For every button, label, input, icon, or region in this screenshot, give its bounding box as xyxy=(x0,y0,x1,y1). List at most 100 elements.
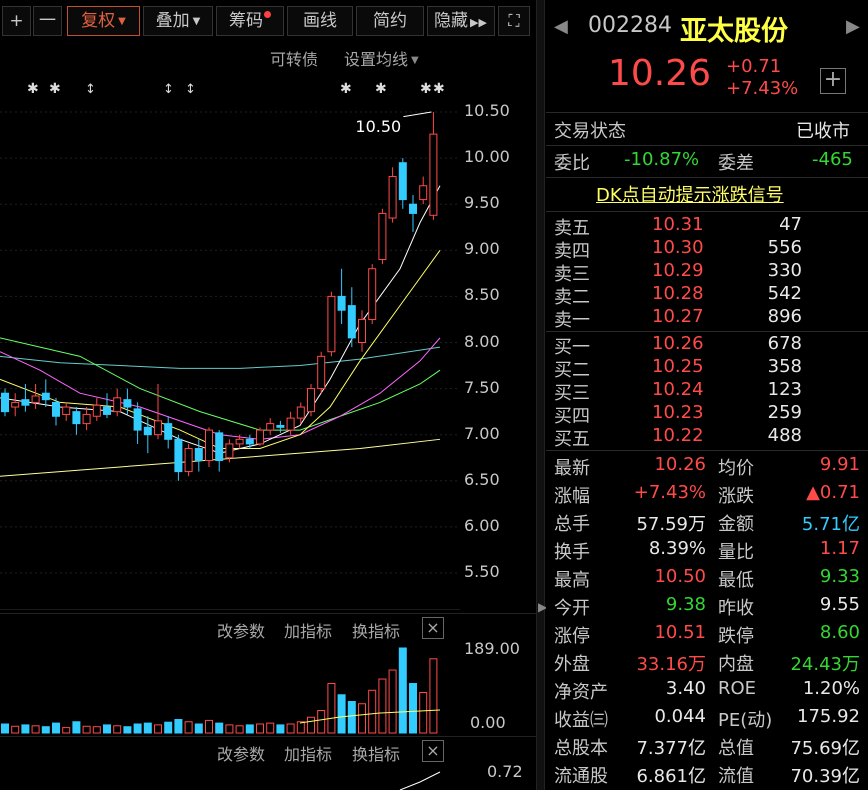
stat-label: 金额 xyxy=(718,514,754,535)
signal-updown-icon[interactable]: ↕ xyxy=(163,82,174,97)
signal-star-icon[interactable]: ✱ xyxy=(420,81,432,97)
volume-bar xyxy=(409,683,417,734)
chevron-down-icon: ▼ xyxy=(411,55,419,66)
volume-bar xyxy=(286,723,295,734)
diejia-dropdown[interactable]: 叠加 ▼ xyxy=(143,6,213,36)
candle xyxy=(276,420,285,433)
jianyue-button[interactable]: 简约 xyxy=(356,6,424,36)
close-icon[interactable]: × xyxy=(422,740,444,762)
price-tick-label: 6.00 xyxy=(464,515,500,535)
indicator-panel-toolbar: 改参数 加指标 换指标 × xyxy=(0,736,536,764)
close-icon[interactable]: × xyxy=(422,617,444,639)
weibi-value: -10.87% xyxy=(624,149,700,170)
huanzhibiao-link[interactable]: 换指标 xyxy=(352,741,400,765)
stat-label: 量比 xyxy=(718,542,754,563)
volume-bar xyxy=(92,726,101,734)
volume-bar xyxy=(113,725,122,734)
candle xyxy=(358,310,366,352)
orderbook-volume: 488 xyxy=(767,425,802,446)
kezhuanzhai-link[interactable]: 可转债 xyxy=(270,46,318,70)
add-watchlist-icon[interactable]: + xyxy=(820,68,846,94)
fuquan-dropdown[interactable]: 复权 ▼ xyxy=(67,6,140,36)
pane-splitter[interactable]: ▶ xyxy=(536,0,547,790)
divider xyxy=(546,145,868,146)
huaxian-button[interactable]: 画线 xyxy=(287,6,353,36)
fuquan-label: 复权 xyxy=(81,11,116,31)
ask-row[interactable]: 卖一 10.27 896 xyxy=(554,306,854,331)
volume-bar xyxy=(205,719,213,734)
orderbook-volume: 556 xyxy=(767,237,802,258)
candlestick-chart[interactable]: ✱ ✱ ✱ ✱ ✱ ✱↕ ↕ ↕ 10.50 xyxy=(0,70,536,610)
orderbook-price: 10.31 xyxy=(652,214,704,235)
stat-value: 10.51 xyxy=(654,622,706,643)
signal-star-icon[interactable]: ✱ xyxy=(375,81,387,97)
gaicanshu-link[interactable]: 改参数 xyxy=(217,741,265,765)
price-tick-label: 6.50 xyxy=(464,469,500,489)
candle xyxy=(194,439,203,472)
volume-bar xyxy=(245,724,254,734)
volume-chart[interactable] xyxy=(0,645,460,735)
ask-row[interactable]: 卖三 10.29 330 xyxy=(554,260,854,285)
stat-label: 今开 xyxy=(554,598,590,619)
candle xyxy=(398,158,407,209)
volume-bar xyxy=(215,722,224,734)
bid-row[interactable]: 买五 10.22 488 xyxy=(554,425,854,450)
candle xyxy=(184,443,193,477)
jiazhibiao-link[interactable]: 加指标 xyxy=(284,618,332,642)
signal-star-icon[interactable]: ✱ xyxy=(433,81,445,97)
ask-row[interactable]: 卖二 10.28 542 xyxy=(554,283,854,308)
jiazhibiao-link[interactable]: 加指标 xyxy=(284,741,332,765)
stat-value: 75.69亿 xyxy=(790,738,860,759)
yincang-button[interactable]: 隐藏 ▶▶ xyxy=(427,6,495,36)
notification-dot-icon xyxy=(264,11,271,18)
volume-bar xyxy=(296,721,305,734)
indicator-chart[interactable] xyxy=(0,764,460,790)
orderbook-volume: 47 xyxy=(779,214,802,235)
stat-value: +7.43% xyxy=(633,482,706,503)
next-stock-icon[interactable]: ▶ xyxy=(846,16,860,37)
gaicanshu-link[interactable]: 改参数 xyxy=(217,618,265,642)
stat-value: 6.861亿 xyxy=(636,766,706,787)
bid-row[interactable]: 买二 10.25 358 xyxy=(554,356,854,381)
volume-bar xyxy=(276,724,285,734)
weibi-label: 委比 xyxy=(554,153,590,174)
ask-row[interactable]: 卖四 10.30 556 xyxy=(554,237,854,262)
volume-bar xyxy=(21,724,30,734)
signal-star-icon[interactable]: ✱ xyxy=(340,81,352,97)
bid-row[interactable]: 买一 10.26 678 xyxy=(554,333,854,358)
signal-updown-icon[interactable]: ↕ xyxy=(85,82,96,97)
candle xyxy=(31,383,40,409)
stat-label: ROE xyxy=(718,678,757,699)
bid-row[interactable]: 买四 10.23 259 xyxy=(554,402,854,427)
stat-label: 收益㈢ xyxy=(554,710,608,731)
price-tick-label: 10.50 xyxy=(464,101,510,120)
fullscreen-icon[interactable]: ⛶ xyxy=(498,6,530,36)
prev-stock-icon[interactable]: ◀ xyxy=(554,16,568,37)
stat-label: 换手 xyxy=(554,542,590,563)
chevron-down-icon: ▼ xyxy=(192,16,201,27)
signal-star-icon[interactable]: ✱ xyxy=(27,81,39,97)
bid-row[interactable]: 买三 10.24 123 xyxy=(554,379,854,404)
stat-label: 净资产 xyxy=(554,682,608,703)
signal-star-icon[interactable]: ✱ xyxy=(49,81,61,97)
shezhi-junxian-label: 设置均线 xyxy=(344,50,409,69)
ask-row[interactable]: 卖五 10.31 47 xyxy=(554,214,854,239)
volume-bar xyxy=(194,723,203,734)
orderbook-level-label: 卖一 xyxy=(554,310,590,331)
shezhi-junxian-link[interactable]: 设置均线 ▼ xyxy=(344,46,419,70)
candle xyxy=(409,194,417,232)
zoom-out-button[interactable]: 一 xyxy=(33,6,62,36)
divider xyxy=(546,450,868,451)
chouma-button[interactable]: 筹码 xyxy=(216,6,284,36)
yincang-label: 隐藏 xyxy=(434,11,468,31)
divider xyxy=(546,211,868,212)
stat-label: 外盘 xyxy=(554,654,590,675)
candle xyxy=(174,434,183,481)
zoom-in-button[interactable]: + xyxy=(2,6,31,36)
signal-updown-icon[interactable]: ↕ xyxy=(185,82,196,97)
candle xyxy=(256,427,264,446)
huanzhibiao-link[interactable]: 换指标 xyxy=(352,618,400,642)
price-change: +0.71 xyxy=(726,56,782,77)
dk-signal-link[interactable]: DK点自动提示涨跌信号 xyxy=(596,181,784,207)
price-tick-label: 5.50 xyxy=(464,562,500,581)
